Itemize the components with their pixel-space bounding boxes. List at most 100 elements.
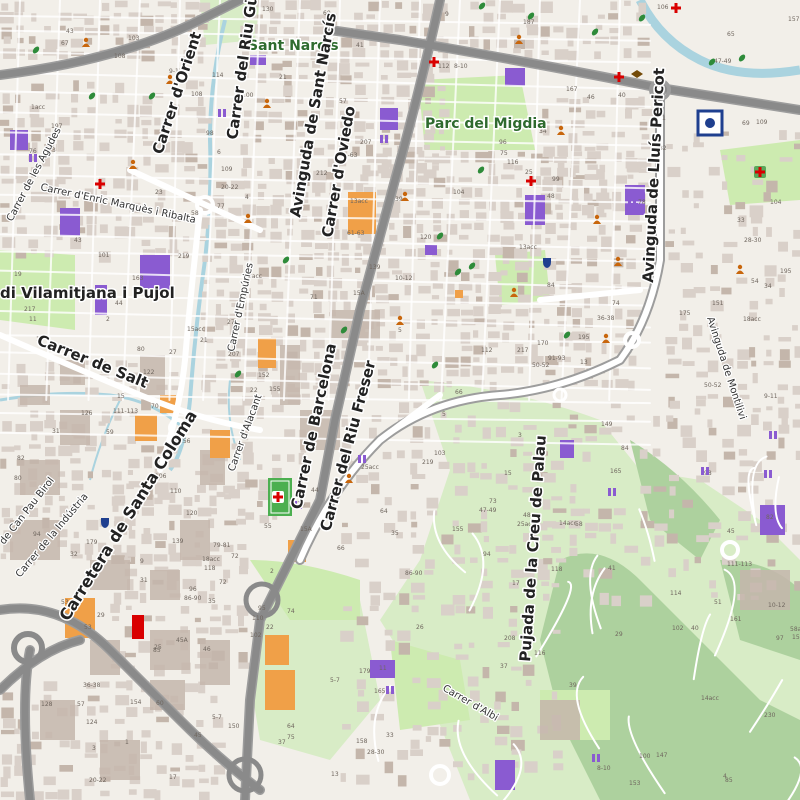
svg-text:97: 97 bbox=[776, 635, 784, 642]
svg-text:18acc: 18acc bbox=[202, 556, 220, 563]
svg-text:43: 43 bbox=[66, 28, 74, 35]
svg-text:98: 98 bbox=[206, 130, 214, 137]
svg-text:34: 34 bbox=[764, 283, 772, 290]
svg-text:219: 219 bbox=[422, 459, 434, 466]
svg-text:47-49: 47-49 bbox=[714, 58, 732, 65]
svg-text:9: 9 bbox=[140, 558, 144, 565]
svg-text:5-7: 5-7 bbox=[330, 677, 340, 684]
svg-text:33: 33 bbox=[737, 217, 745, 224]
svg-text:8-10: 8-10 bbox=[597, 765, 611, 772]
map-canvas[interactable]: 13acc21253347-497585103109111-1131391551… bbox=[0, 0, 800, 800]
svg-text:66: 66 bbox=[337, 545, 345, 552]
svg-text:20-22: 20-22 bbox=[89, 777, 107, 784]
svg-text:45A: 45A bbox=[176, 637, 189, 644]
svg-text:9-11: 9-11 bbox=[764, 393, 778, 400]
svg-text:175: 175 bbox=[679, 310, 691, 317]
svg-text:152: 152 bbox=[258, 372, 270, 379]
svg-text:40: 40 bbox=[618, 92, 626, 99]
svg-text:96: 96 bbox=[499, 139, 507, 146]
svg-text:170: 170 bbox=[537, 340, 549, 347]
svg-text:158: 158 bbox=[356, 738, 368, 745]
svg-text:1acc: 1acc bbox=[31, 104, 45, 111]
svg-text:64: 64 bbox=[287, 723, 295, 730]
svg-text:75: 75 bbox=[500, 150, 508, 157]
svg-text:39: 39 bbox=[395, 196, 403, 203]
svg-text:46: 46 bbox=[587, 94, 595, 101]
svg-text:157: 157 bbox=[788, 16, 800, 23]
svg-text:15: 15 bbox=[504, 470, 512, 477]
svg-text:208: 208 bbox=[504, 635, 516, 642]
svg-text:150: 150 bbox=[228, 723, 240, 730]
svg-text:41: 41 bbox=[356, 42, 364, 49]
svg-text:195: 195 bbox=[780, 268, 792, 275]
svg-text:8-10: 8-10 bbox=[454, 63, 468, 70]
svg-text:102: 102 bbox=[250, 632, 262, 639]
svg-text:95: 95 bbox=[258, 605, 266, 612]
svg-text:36-38: 36-38 bbox=[83, 682, 101, 689]
svg-text:35: 35 bbox=[208, 598, 216, 605]
svg-text:10-12: 10-12 bbox=[768, 602, 786, 609]
svg-text:53: 53 bbox=[84, 624, 92, 631]
svg-text:51: 51 bbox=[714, 599, 722, 606]
svg-text:17: 17 bbox=[169, 774, 177, 781]
svg-text:60: 60 bbox=[156, 700, 164, 707]
svg-text:155: 155 bbox=[452, 526, 464, 533]
svg-text:37: 37 bbox=[500, 663, 508, 670]
svg-text:116: 116 bbox=[507, 159, 519, 166]
svg-text:13acc: 13acc bbox=[519, 244, 537, 251]
svg-text:15: 15 bbox=[117, 393, 125, 400]
svg-text:23: 23 bbox=[155, 189, 163, 196]
svg-text:29: 29 bbox=[97, 612, 105, 619]
svg-text:28-30: 28-30 bbox=[367, 749, 385, 756]
svg-text:2: 2 bbox=[106, 316, 110, 323]
svg-text:2: 2 bbox=[270, 568, 274, 575]
svg-text:120: 120 bbox=[420, 234, 432, 241]
place-label-parc-del-migdia: Parc del Migdia bbox=[425, 116, 547, 132]
svg-text:72: 72 bbox=[219, 579, 227, 586]
svg-text:94: 94 bbox=[33, 531, 41, 538]
svg-text:13: 13 bbox=[580, 359, 588, 366]
svg-text:59: 59 bbox=[106, 429, 114, 436]
svg-text:58: 58 bbox=[575, 521, 583, 528]
svg-text:111-113: 111-113 bbox=[113, 408, 138, 415]
svg-text:40: 40 bbox=[691, 625, 699, 632]
svg-text:104: 104 bbox=[770, 199, 782, 206]
map-view[interactable]: 13acc 21 25 33 47-49 75 85 103 109 111-113 139 155 1… bbox=[0, 0, 800, 800]
svg-text:41: 41 bbox=[608, 565, 616, 572]
svg-text:36-38: 36-38 bbox=[597, 315, 615, 322]
svg-text:21: 21 bbox=[279, 74, 287, 81]
svg-text:26: 26 bbox=[416, 624, 424, 631]
svg-text:6: 6 bbox=[217, 149, 221, 156]
svg-text:11: 11 bbox=[379, 665, 387, 672]
svg-text:11: 11 bbox=[29, 316, 37, 323]
svg-text:108: 108 bbox=[191, 91, 203, 98]
svg-text:21: 21 bbox=[200, 337, 208, 344]
svg-text:219: 219 bbox=[178, 253, 190, 260]
svg-text:69: 69 bbox=[742, 120, 750, 127]
svg-text:79-81: 79-81 bbox=[213, 542, 231, 549]
svg-text:82: 82 bbox=[17, 455, 25, 462]
svg-text:14acc: 14acc bbox=[701, 695, 719, 702]
svg-text:165: 165 bbox=[610, 468, 622, 475]
hospital-icon bbox=[272, 491, 284, 503]
svg-text:25: 25 bbox=[525, 169, 533, 176]
svg-text:72: 72 bbox=[231, 553, 239, 560]
svg-text:15acc: 15acc bbox=[187, 326, 205, 333]
svg-text:167: 167 bbox=[566, 86, 578, 93]
svg-text:4: 4 bbox=[245, 194, 249, 201]
svg-text:108: 108 bbox=[114, 53, 126, 60]
svg-text:18acc: 18acc bbox=[743, 316, 761, 323]
svg-text:139: 139 bbox=[369, 264, 381, 271]
svg-text:82: 82 bbox=[766, 514, 774, 521]
svg-text:64: 64 bbox=[380, 508, 388, 515]
svg-text:45: 45 bbox=[727, 528, 735, 535]
svg-text:61-63: 61-63 bbox=[347, 230, 365, 237]
svg-text:66: 66 bbox=[455, 389, 463, 396]
svg-text:155: 155 bbox=[269, 386, 281, 393]
svg-text:50-52: 50-52 bbox=[704, 382, 722, 389]
svg-text:112: 112 bbox=[438, 63, 450, 70]
svg-text:20-22: 20-22 bbox=[221, 184, 239, 191]
svg-text:114: 114 bbox=[212, 72, 224, 79]
svg-text:187: 187 bbox=[523, 19, 535, 26]
svg-text:163: 163 bbox=[132, 275, 144, 282]
